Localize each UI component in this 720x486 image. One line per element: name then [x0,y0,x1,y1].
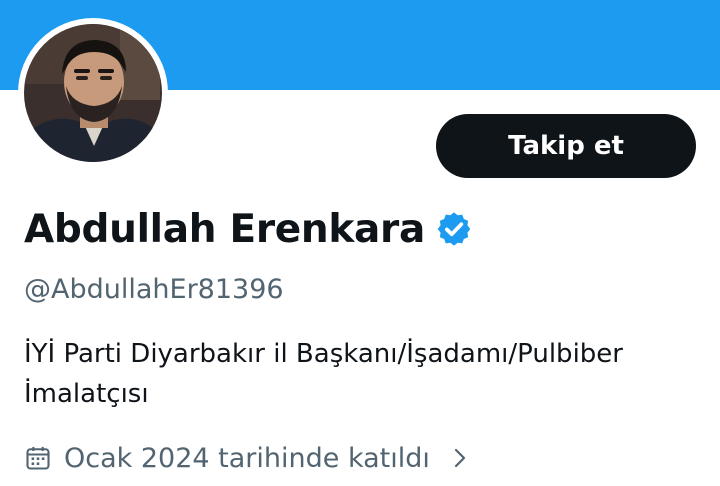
verified-badge-icon[interactable] [435,210,473,248]
calendar-icon [26,446,50,470]
avatar-ring [18,18,168,168]
joined-text: Ocak 2024 tarihinde katıldı [64,442,430,474]
bio-line: İYİ Parti Diyarbakır il Başkanı/İşadamı/… [24,339,623,369]
chevron-right-icon [454,448,465,468]
profile-bio: İYİ Parti Diyarbakır il Başkanı/İşadamı/… [24,334,704,414]
name-row: Abdullah Erenkara [24,204,473,254]
joined-date[interactable]: Ocak 2024 tarihinde katıldı [24,436,472,480]
avatar[interactable] [24,24,162,162]
bio-line: İmalatçısı [24,379,149,409]
profile-handle: @AbdullahEr81396 [24,274,284,305]
avatar-photo [24,24,162,162]
follow-button[interactable]: Takip et [436,114,696,178]
display-name: Abdullah Erenkara [24,206,425,252]
